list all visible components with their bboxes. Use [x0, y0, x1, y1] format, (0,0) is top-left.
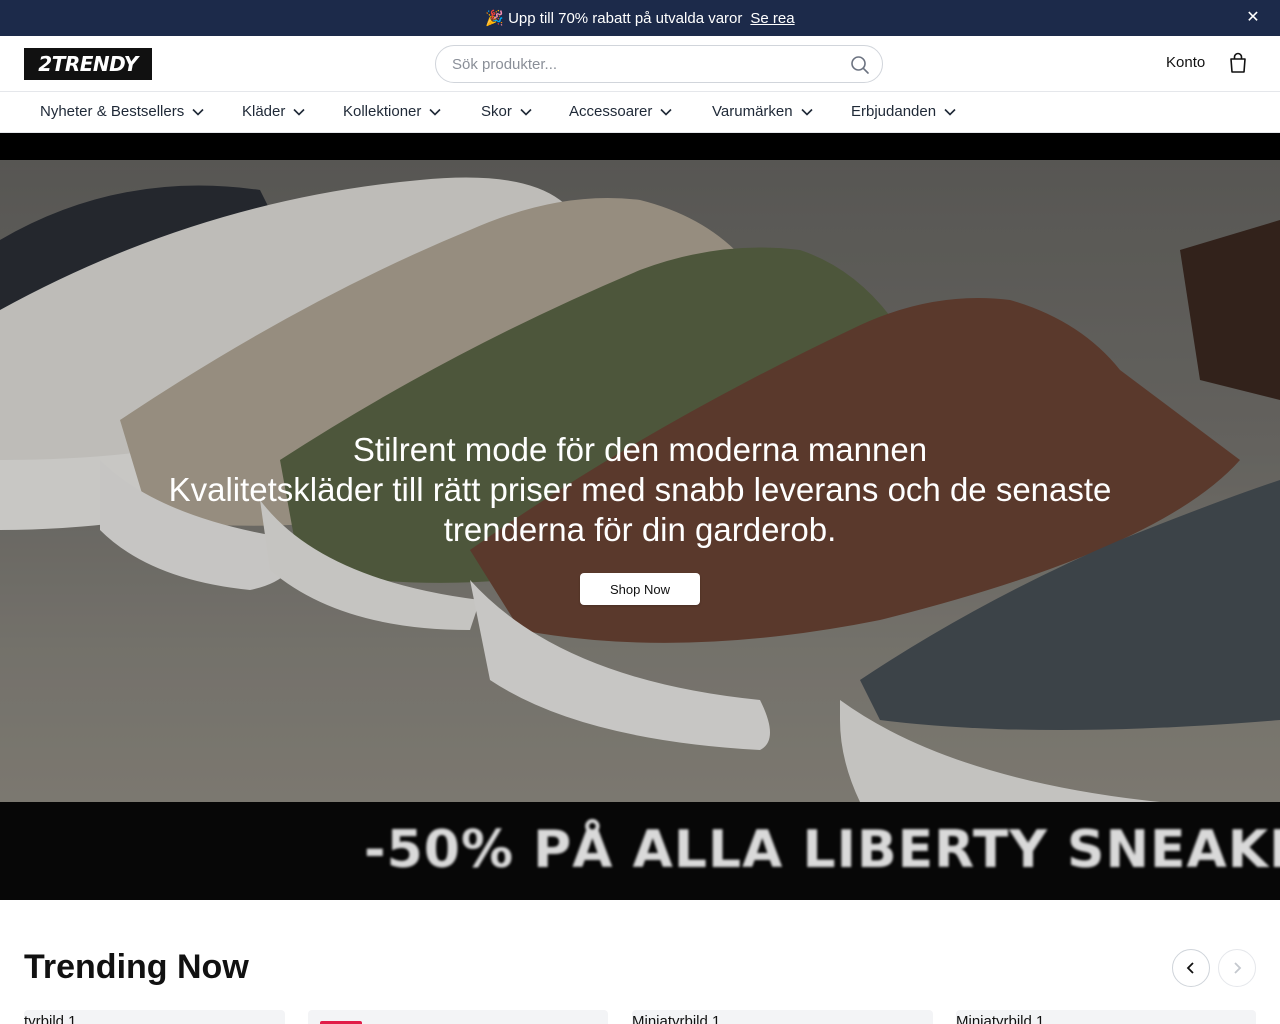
hero-title: Stilrent mode för den moderna mannen [352, 431, 928, 468]
nav-item-label: Accessoarer [569, 103, 653, 120]
chevron-down-icon [944, 108, 956, 116]
announcement-bar: 🎉 Upp till 70% rabatt på utvalda varor S… [0, 0, 1280, 36]
nav-item-offers[interactable]: Erbjudanden [851, 103, 956, 120]
nav-item-shoes[interactable]: Skor [481, 103, 532, 120]
carousel-next-button[interactable] [1218, 949, 1256, 987]
chevron-down-icon [801, 108, 813, 116]
carousel-prev-button[interactable] [1172, 949, 1210, 987]
shop-now-button[interactable]: Shop Now [580, 573, 700, 605]
chevron-down-icon [293, 108, 305, 116]
nav-item-label: Skor [481, 103, 512, 120]
hero-subtitle: Kvalitetskläder till rätt priser med sna… [168, 471, 1112, 548]
nav-item-clothes[interactable]: Kläder [242, 103, 305, 120]
search-icon[interactable] [850, 55, 870, 75]
product-card[interactable]: Miniatyrbild 1 [632, 1010, 933, 1024]
shopping-bag-icon[interactable] [1228, 52, 1248, 74]
section-title: Trending Now [24, 948, 249, 986]
chevron-left-icon [1186, 962, 1194, 974]
nav-item-label: Kläder [242, 103, 286, 120]
chevron-down-icon [429, 108, 441, 116]
product-card[interactable]: Miniatyrbild 1 [956, 1010, 1256, 1024]
product-card[interactable]: tyrbild 1 [24, 1010, 285, 1024]
hero-banner: Stilrent mode för den moderna mannen Kva… [0, 133, 1280, 900]
main-nav: Nyheter & Bestsellers Kläder Kollektione… [0, 92, 1280, 133]
product-card[interactable] [308, 1010, 608, 1024]
nav-item-accessories[interactable]: Accessoarer [569, 103, 672, 120]
account-link[interactable]: Konto [1166, 54, 1205, 71]
search-box[interactable] [435, 45, 883, 83]
nav-item-brands[interactable]: Varumärken [712, 103, 813, 120]
nav-item-news-bestsellers[interactable]: Nyheter & Bestsellers [40, 103, 204, 120]
promo-text: -50% PÅ ALLA LIBERTY SNEAKERS [364, 820, 1280, 880]
nav-item-collections[interactable]: Kollektioner [343, 103, 441, 120]
product-image-alt: Miniatyrbild 1 [632, 1013, 721, 1024]
nav-item-label: Varumärken [712, 103, 793, 120]
product-image-alt: Miniatyrbild 1 [956, 1013, 1045, 1024]
close-icon[interactable]: ✕ [1244, 9, 1262, 27]
product-carousel: tyrbild 1 Miniatyrbild 1 Miniatyrbild 1 [0, 1010, 1280, 1024]
logo[interactable]: 2TRENDY [24, 48, 152, 80]
chevron-down-icon [192, 108, 204, 116]
nav-item-label: Kollektioner [343, 103, 422, 120]
nav-item-label: Nyheter & Bestsellers [40, 103, 185, 120]
announcement-text: Upp till 70% rabatt på utvalda varor [508, 9, 743, 27]
nav-item-label: Erbjudanden [851, 103, 937, 120]
chevron-down-icon [660, 108, 672, 116]
sale-link[interactable]: Se rea [750, 10, 794, 27]
party-icon: 🎉 [485, 10, 505, 27]
search-input[interactable] [452, 54, 832, 74]
product-image-alt: tyrbild 1 [24, 1013, 77, 1024]
chevron-right-icon [1234, 962, 1242, 974]
site-header: 2TRENDY Konto [0, 36, 1280, 92]
chevron-down-icon [520, 108, 532, 116]
promo-strip[interactable]: -50% PÅ ALLA LIBERTY SNEAKERS [0, 802, 1280, 900]
